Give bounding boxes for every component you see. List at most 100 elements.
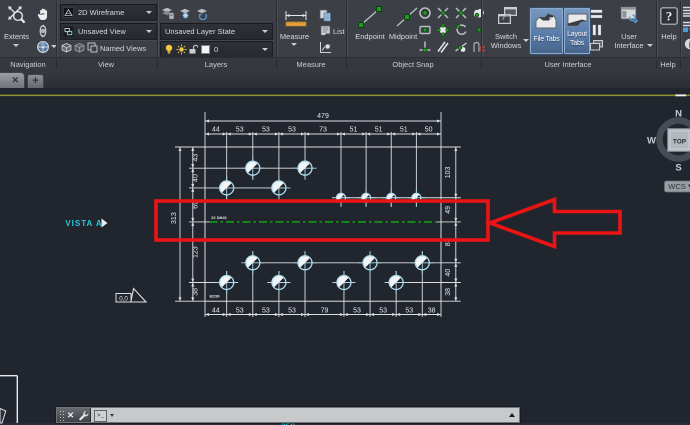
current-layer-value: 0 [214, 45, 218, 54]
extents-caret-icon[interactable] [13, 44, 19, 47]
close-command-bar-icon[interactable]: ✕ [67, 410, 74, 421]
extents-button[interactable]: Extents [0, 32, 33, 41]
svg-text:S: S [675, 163, 681, 174]
info-icon[interactable]: i [684, 38, 690, 50]
panel-label-layers: Layers [205, 60, 228, 69]
orbit-icon[interactable] [36, 24, 50, 38]
panel-label-user-interface: User Interface [544, 60, 591, 69]
named-views-icon[interactable] [87, 42, 98, 53]
new-tab-button[interactable]: + [27, 74, 44, 89]
snap-perpendicular-icon[interactable] [418, 40, 432, 54]
midpoint-button[interactable]: Midpoint [386, 32, 420, 41]
layer-restore-icon[interactable] [195, 6, 209, 20]
pan-icon[interactable] [36, 7, 50, 21]
svg-text:53: 53 [353, 307, 361, 314]
view-cube-icon-2[interactable] [74, 42, 85, 53]
wcs-dropdown[interactable]: WCS [665, 181, 690, 192]
svg-text:38: 38 [193, 288, 200, 296]
view-direction-label: VISTA A [65, 219, 107, 229]
svg-text:53: 53 [379, 307, 387, 314]
user-interface-caret-icon[interactable] [647, 44, 653, 47]
midpoint-icon[interactable] [394, 5, 420, 29]
tile-vertically-icon[interactable] [592, 24, 602, 36]
svg-text:WCS: WCS [668, 182, 686, 191]
svg-text:S2 DM40: S2 DM40 [211, 216, 227, 220]
list-button[interactable]: List [333, 27, 345, 36]
layer-properties-icon[interactable] [161, 6, 175, 20]
snap-nearest-icon[interactable] [454, 40, 468, 54]
close-tab-icon[interactable]: ✕ [11, 75, 19, 85]
svg-text:W: W [647, 136, 656, 147]
measure-button[interactable]: Measure [276, 32, 313, 41]
help-icon[interactable]: ? [660, 7, 678, 25]
zoom-extents-icon[interactable] [5, 3, 27, 25]
customize-wrench-icon[interactable] [78, 410, 89, 421]
drawing-canvas[interactable]: S2 DM40479445353537351515150445353537953… [0, 88, 690, 425]
snap-off-icon[interactable] [472, 40, 486, 54]
layer-state-caret-icon [262, 30, 268, 33]
visual-style-dropdown[interactable]: 2D Wireframe [60, 4, 157, 21]
layer-state-dropdown[interactable]: Unsaved Layer State [160, 23, 273, 40]
switch-windows-icon[interactable] [497, 6, 518, 26]
view-cube-icon-1[interactable] [61, 42, 72, 53]
help-button[interactable]: Help [657, 32, 681, 41]
svg-text:79: 79 [321, 307, 329, 314]
extension-lines [175, 112, 461, 317]
dimensions: 4794453535373515151504453535379535353383… [171, 113, 457, 316]
steering-wheel-icon[interactable] [36, 40, 50, 54]
measure-caret-icon[interactable] [291, 43, 297, 46]
user-interface-line1: User [610, 32, 648, 41]
visual-style-value: 2D Wireframe [78, 8, 124, 17]
datum-symbol: 0,0 [116, 289, 146, 303]
snap-node-icon[interactable] [472, 23, 486, 37]
viewcube-top-face: TOP [673, 139, 687, 146]
view-dropdown-value: Unsaved View [78, 27, 126, 36]
endpoint-icon[interactable] [357, 5, 383, 29]
file-tab[interactable]: ✕ [0, 72, 25, 89]
viewcube[interactable]: NWSTOP [647, 109, 690, 174]
user-interface-icon[interactable] [620, 6, 639, 25]
measure-icon[interactable] [285, 11, 307, 27]
layer-state-new-icon[interactable] [178, 6, 192, 20]
snap-intersection-icon[interactable] [436, 6, 450, 20]
panel-label-separator [656, 60, 657, 69]
ribbon-panel-labels: Navigation View Layers Measure Object Sn… [0, 57, 690, 71]
file-tabs-toggle[interactable]: File Tabs [529, 7, 564, 55]
snap-parallel-icon[interactable] [436, 40, 450, 54]
canvas-decorations [0, 94, 690, 425]
text-lines-icon[interactable] [683, 6, 690, 17]
snap-insertion-icon[interactable] [418, 23, 432, 37]
command-expand-icon[interactable] [509, 413, 515, 417]
snap-apparent-intersection-icon[interactable] [454, 6, 468, 20]
command-history-caret-icon[interactable] [110, 414, 114, 417]
tile-horizontally-icon[interactable] [590, 9, 603, 19]
help-question-glyph: ? [666, 9, 673, 24]
svg-text:53: 53 [262, 126, 270, 133]
svg-text:44: 44 [212, 307, 220, 314]
command-bar[interactable]: ✕ >_ [56, 407, 520, 423]
named-views-button[interactable]: Named Views [100, 44, 146, 53]
snap-geometric-center-icon[interactable] [472, 6, 486, 20]
layout-tabs-toggle[interactable]: Layout Tabs [563, 7, 591, 55]
snap-quadrant-icon[interactable] [436, 23, 450, 37]
view-dropdown[interactable]: Unsaved View [60, 23, 157, 40]
holes [215, 157, 434, 294]
cascade-icon[interactable] [590, 40, 603, 51]
svg-text:VISTA A: VISTA A [65, 219, 102, 228]
svg-text:49: 49 [445, 206, 452, 214]
user-interface-button[interactable]: User Interface [610, 32, 648, 50]
list-icon[interactable] [319, 25, 331, 37]
switch-windows-button[interactable]: Switch Windows [485, 32, 527, 50]
visual-style-caret-icon [146, 11, 152, 14]
svg-text:43: 43 [193, 154, 200, 162]
endpoint-button[interactable]: Endpoint [349, 32, 391, 41]
command-bar-grip[interactable]: ✕ [57, 408, 91, 422]
user-interface-line2: Interface [610, 41, 648, 50]
snap-tangent-icon[interactable] [454, 23, 468, 37]
snap-center-icon[interactable] [418, 6, 432, 20]
svg-text:103: 103 [445, 166, 452, 178]
layer-dropdown[interactable]: 0 [160, 41, 273, 58]
text-lines-blue-icon[interactable] [683, 21, 690, 32]
area-icon[interactable] [319, 41, 332, 54]
quick-calc-icon[interactable] [319, 9, 332, 22]
